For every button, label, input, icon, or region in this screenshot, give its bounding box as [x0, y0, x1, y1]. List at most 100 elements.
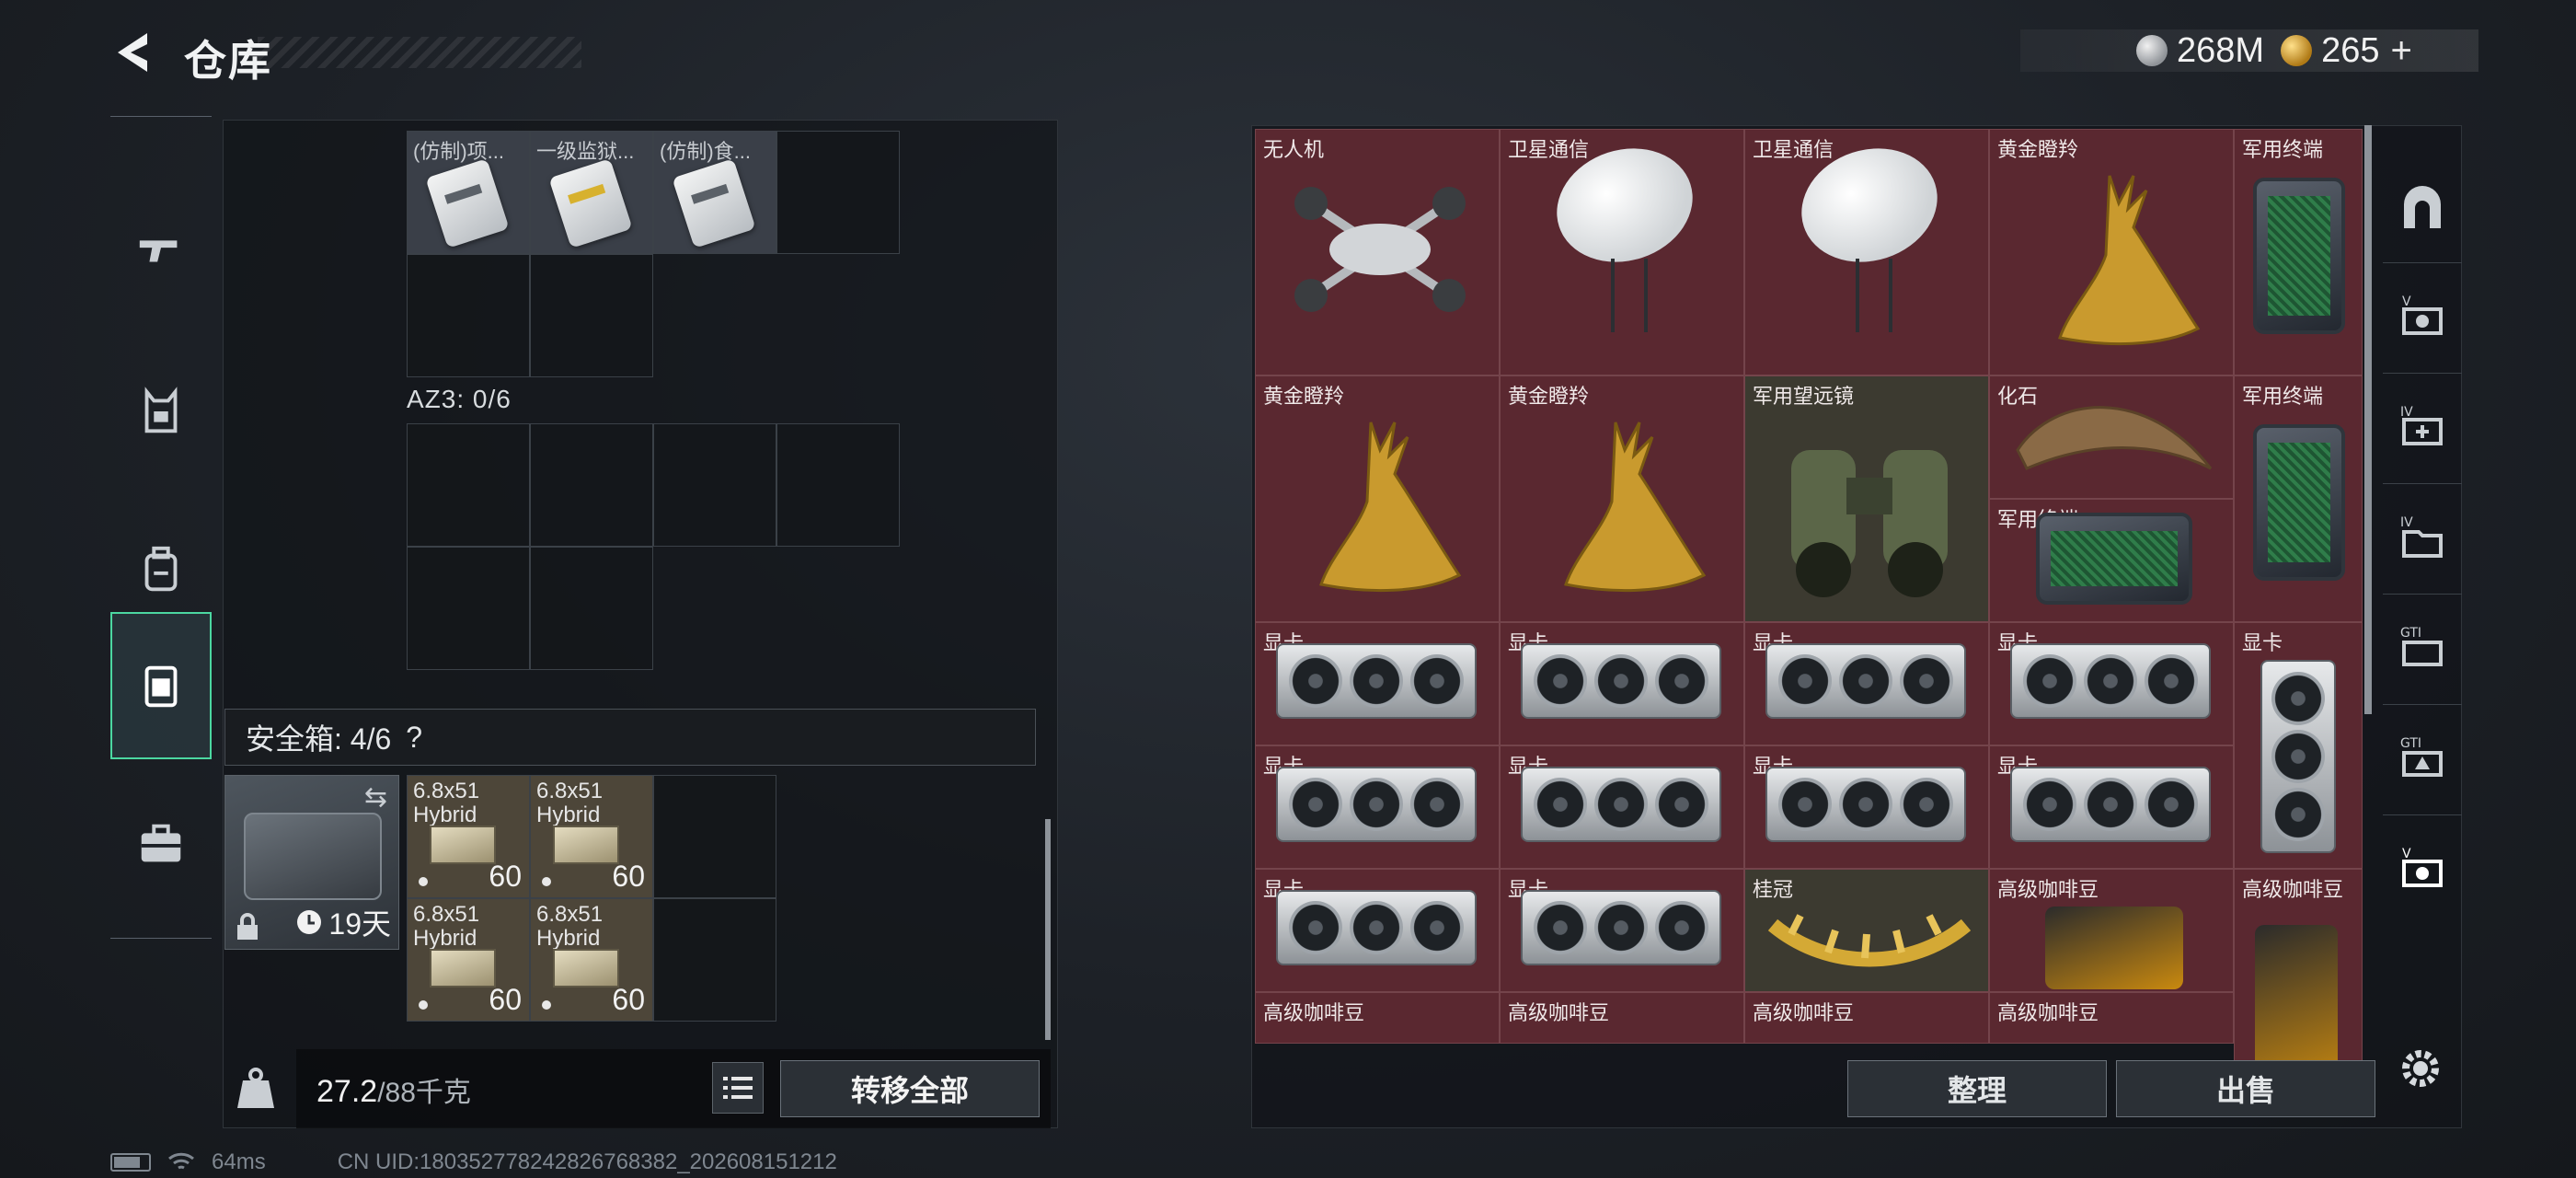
safe-box-capacity: 安全箱: 4/6 — [246, 722, 392, 756]
storage-slot[interactable]: (仿制)项... — [407, 131, 530, 254]
ammo-count: 60 — [489, 860, 522, 893]
loot-slot[interactable]: 黄金瞪羚 — [1500, 375, 1744, 622]
loot-slot[interactable]: 无人机 — [1255, 129, 1500, 375]
transfer-all-button[interactable]: 转移全部 — [780, 1060, 1040, 1117]
loot-slot[interactable]: 显卡 — [1500, 869, 1744, 992]
nav-vest[interactable] — [110, 338, 212, 485]
loot-slot[interactable]: 高级咖啡豆 — [1744, 992, 1989, 1044]
loot-slot[interactable]: 高级咖啡豆 — [1989, 992, 2234, 1044]
military-terminal-icon — [2253, 424, 2345, 581]
loot-slot[interactable]: 高级咖啡豆 — [1500, 992, 1744, 1044]
loot-slot[interactable]: 显卡 — [1744, 622, 1989, 745]
nav-container[interactable] — [110, 612, 212, 759]
empty-slot[interactable] — [407, 547, 530, 670]
list-view-button[interactable] — [712, 1062, 764, 1114]
loot-slot[interactable]: 显卡 — [1255, 622, 1500, 745]
dish-stand — [1856, 259, 1892, 332]
loot-slot[interactable]: 高级咖啡豆 — [1989, 869, 2234, 992]
arch-icon — [2404, 185, 2441, 228]
battery-icon — [110, 1153, 151, 1172]
loot-slot[interactable]: 军用终端 — [1989, 499, 2234, 622]
loot-slot[interactable]: 军用望远镜 — [1744, 375, 1989, 622]
loot-slot[interactable]: 显卡 — [1255, 745, 1500, 869]
empty-slot[interactable] — [776, 423, 900, 547]
silver-amount: 268M — [2177, 30, 2265, 70]
loot-slot[interactable]: 显卡 — [1989, 622, 2234, 745]
item-label: 高级咖啡豆 — [1997, 878, 2099, 901]
sidebar-map-filter[interactable] — [2383, 153, 2462, 263]
empty-slot[interactable] — [530, 423, 653, 547]
graphics-card-icon — [2010, 643, 2211, 719]
loot-slot[interactable]: 显卡 — [1989, 745, 2234, 869]
loot-slot[interactable]: 军用终端 — [2234, 375, 2363, 622]
loot-slot[interactable]: 黄金瞪羚 — [1255, 375, 1500, 622]
loot-slot[interactable]: 卫星通信 — [1744, 129, 1989, 375]
loot-slot[interactable]: 高级咖啡豆 — [1255, 992, 1500, 1044]
weight-value: 27.2 — [316, 1074, 378, 1109]
loot-slot[interactable]: 军用终端 — [2234, 129, 2363, 375]
help-icon[interactable]: ? — [406, 721, 422, 755]
empty-slot[interactable] — [776, 131, 900, 254]
storage-slot[interactable]: (仿制)食... — [653, 131, 776, 254]
sidebar-filter-4-add[interactable]: IV — [2383, 374, 2462, 484]
loot-slot[interactable]: 显卡 — [1255, 869, 1500, 992]
ammo-slot[interactable]: 6.8x51 Hybrid 60 — [530, 775, 653, 898]
military-terminal-icon — [2036, 513, 2192, 605]
right-sidebar: V IV IV GTI GTI V — [2383, 125, 2462, 1128]
add-currency-icon[interactable]: + — [2390, 30, 2411, 72]
container-icon — [144, 665, 178, 708]
ammo-slot[interactable]: 6.8x51 Hybrid 60 — [407, 898, 530, 1022]
ammo-slot[interactable]: 6.8x51 Hybrid 60 — [407, 775, 530, 898]
safe-box-item[interactable]: ⇆ 19天 — [224, 775, 399, 950]
loot-slot[interactable]: 显卡 — [1500, 622, 1744, 745]
svg-text:IV: IV — [2400, 405, 2413, 420]
sidebar-filter-5-active[interactable]: V — [2383, 815, 2462, 926]
rarity-dot — [419, 877, 428, 886]
empty-slot[interactable] — [530, 254, 653, 377]
item-label: 军用终端 — [2242, 138, 2324, 161]
loot-slot[interactable]: 显卡 — [1744, 745, 1989, 869]
empty-slot[interactable] — [407, 254, 530, 377]
rarity-dot — [542, 877, 551, 886]
safe-box-duration: 19天 — [295, 901, 391, 943]
sidebar-filter-5[interactable]: V — [2383, 263, 2462, 374]
item-label: 卫星通信 — [1508, 138, 1590, 161]
dish-stand — [1611, 259, 1648, 332]
storage-scrollbar[interactable] — [1045, 819, 1051, 1040]
empty-slot[interactable] — [653, 775, 776, 898]
loot-scrollbar[interactable] — [2364, 125, 2372, 714]
weight-icon — [237, 1068, 274, 1108]
empty-slot[interactable] — [653, 423, 776, 547]
left-nav — [110, 116, 212, 939]
laurel-crown-icon — [1767, 914, 1972, 967]
nav-briefcase[interactable] — [110, 770, 212, 918]
ammo-slot[interactable]: 6.8x51 Hybrid 60 — [530, 898, 653, 1022]
empty-slot[interactable] — [530, 547, 653, 670]
svg-text:GTI: GTI — [2400, 736, 2421, 751]
safe-box-header: 安全箱: 4/6 ? — [224, 709, 1036, 766]
loot-slot[interactable]: 卫星通信 — [1500, 129, 1744, 375]
ammo-box-icon — [430, 826, 496, 864]
sell-button[interactable]: 出售 — [2116, 1060, 2375, 1117]
storage-slot[interactable]: 一级监狱... — [530, 131, 653, 254]
sidebar-filter-4[interactable]: IV — [2383, 484, 2462, 595]
back-button[interactable] — [109, 28, 158, 77]
settings-button[interactable] — [2388, 1036, 2453, 1101]
gun-icon — [139, 240, 178, 262]
sidebar-filter-gti-2[interactable]: GTI — [2383, 705, 2462, 815]
loot-slot[interactable]: 黄金瞪羚 — [1989, 129, 2234, 375]
gold-currency[interactable]: 265 + — [2281, 30, 2412, 72]
nav-weapon[interactable] — [110, 176, 212, 323]
loot-slot[interactable]: 化石 — [1989, 375, 2234, 499]
empty-slot[interactable] — [653, 898, 776, 1022]
gti-alert-icon: GTI — [2400, 736, 2443, 777]
loot-slot[interactable]: 桂冠 — [1744, 869, 1989, 992]
sort-button[interactable]: 整理 — [1847, 1060, 2107, 1117]
empty-slot[interactable] — [407, 423, 530, 547]
loot-slot[interactable]: 显卡 — [1500, 745, 1744, 869]
swap-icon[interactable]: ⇆ — [364, 781, 387, 814]
loot-slot[interactable]: 显卡 — [2234, 622, 2363, 869]
sidebar-filter-gti[interactable]: GTI — [2383, 595, 2462, 705]
graphics-card-icon — [1276, 890, 1477, 965]
item-label: 军用终端 — [2242, 385, 2324, 408]
